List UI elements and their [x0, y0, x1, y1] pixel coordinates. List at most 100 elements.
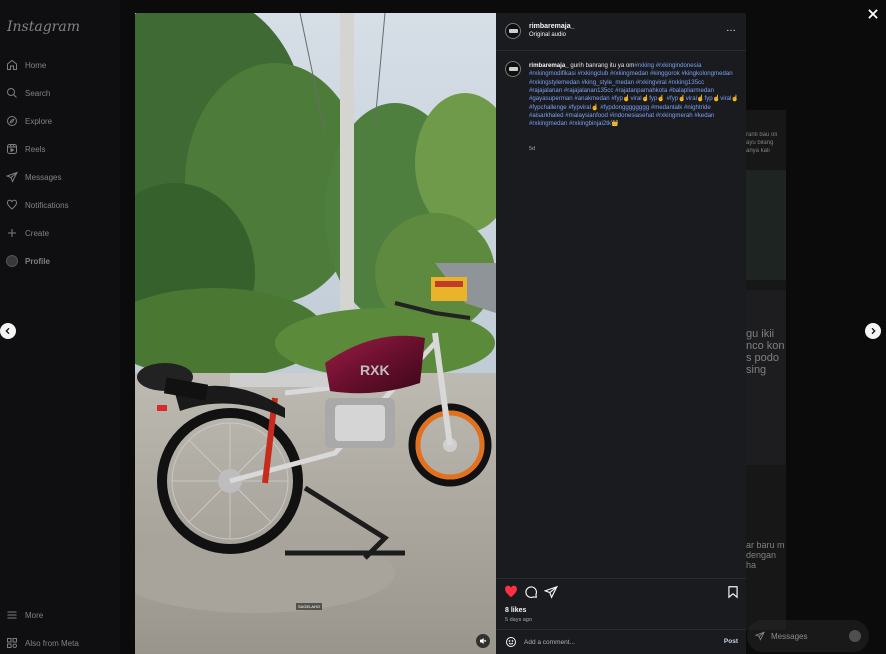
- heart-filled-icon[interactable]: [504, 585, 518, 599]
- hashtag-link[interactable]: #aisarkhaled: [529, 112, 564, 119]
- caption-timestamp: 5d: [529, 146, 536, 152]
- messages-bar[interactable]: Messages: [747, 620, 869, 652]
- chevron-right-icon: [871, 327, 876, 335]
- sidebar-item-notifications[interactable]: Notifications: [6, 196, 69, 214]
- hashtag-link[interactable]: #rxking: [634, 62, 654, 69]
- sidebar-item-also-from-meta[interactable]: Also from Meta: [6, 634, 79, 652]
- caption-text: gurih banrang itu ya om: [570, 62, 635, 69]
- paper-plane-icon: [755, 631, 765, 641]
- post-header: rimbaremaja_ Original audio …: [496, 13, 746, 51]
- hashtag-link[interactable]: #kingkolongmedan: [681, 70, 732, 77]
- sidebar-item-profile[interactable]: Profile: [6, 252, 50, 270]
- avatar: [6, 255, 18, 267]
- reels-icon: [7, 144, 17, 154]
- avatar[interactable]: [505, 61, 521, 77]
- hashtag-link[interactable]: #fyp☝viral☝fyp☝viral☝: [667, 95, 739, 102]
- comment-input[interactable]: [524, 636, 704, 648]
- hashtag-link[interactable]: #rajatanpamahkota: [615, 87, 667, 94]
- hashtag-link[interactable]: #kinggorok: [650, 70, 680, 77]
- hashtag-link[interactable]: #gayasuperman: [529, 95, 573, 102]
- sidebar-item-label: Reels: [25, 144, 46, 154]
- hashtag-link[interactable]: #rxkingmerah: [656, 112, 693, 119]
- search-icon: [7, 88, 17, 98]
- avatar: [849, 630, 861, 642]
- post-video[interactable]: RXK SAGELAHO: [135, 13, 496, 654]
- sidebar-item-search[interactable]: Search: [6, 84, 50, 102]
- post-timestamp: 5 days ago: [505, 617, 532, 623]
- sidebar-item-messages[interactable]: Messages: [6, 168, 61, 186]
- sidebar-item-label: Create: [25, 228, 50, 238]
- post-actions: 8 likes 5 days ago Post: [496, 578, 746, 654]
- post-video-frame: RXK: [135, 13, 496, 654]
- hashtag-link[interactable]: #rxkingstylemedan: [529, 79, 580, 86]
- feed-text: sing: [746, 364, 767, 376]
- feed-text: ha: [746, 560, 757, 570]
- like-count[interactable]: 8 likes: [505, 607, 526, 614]
- sidebar-item-reels[interactable]: Reels: [6, 140, 45, 158]
- comment-box: Post: [496, 629, 746, 654]
- hashtag-link[interactable]: #rxkingmodifikasi: [529, 70, 576, 77]
- more-options-button[interactable]: …: [726, 24, 736, 34]
- hashtag-link[interactable]: #rxkingindonesia: [656, 62, 702, 69]
- sidebar-item-label: More: [25, 610, 44, 620]
- hashtag-link[interactable]: #indonesiasehat: [610, 112, 654, 119]
- hashtag-link[interactable]: #fypchallenge: [529, 104, 567, 111]
- sidebar-item-label: Profile: [25, 256, 50, 266]
- feed-text: nco kon: [746, 340, 785, 352]
- hashtag-link[interactable]: #fypdongggggggg: [600, 104, 649, 111]
- hashtag-link[interactable]: #rxkingviral: [636, 79, 667, 86]
- caption-hashtags: #rxking #rxkingindonesia #rxkingmodifika…: [529, 62, 739, 127]
- sidebar-item-explore[interactable]: Explore: [6, 112, 52, 130]
- bookmark-icon[interactable]: [726, 585, 740, 599]
- mute-button[interactable]: [476, 634, 490, 648]
- feed-image: [746, 290, 786, 465]
- share-icon[interactable]: [544, 585, 558, 599]
- audio-label[interactable]: Original audio: [529, 32, 566, 38]
- post-comment-button[interactable]: Post: [724, 638, 738, 645]
- hashtag-link[interactable]: #medantalk: [651, 104, 683, 111]
- sidebar-item-label: Explore: [25, 116, 53, 126]
- hashtag-link[interactable]: #fypviral☝: [568, 104, 598, 111]
- hashtag-link[interactable]: #fyp☝viral☝fyp☝: [611, 95, 665, 102]
- speaker-muted-icon: [480, 637, 487, 645]
- hashtag-link[interactable]: #king_style_medan: [582, 79, 635, 86]
- sidebar-item-more[interactable]: More: [6, 606, 43, 624]
- sidebar: Instagram Home Search Explore Reels Mess…: [0, 0, 120, 654]
- home-icon: [7, 59, 17, 70]
- comment-icon[interactable]: [524, 585, 538, 599]
- post-details-panel: rimbaremaja_ Original audio … rimbaremaj…: [496, 13, 746, 654]
- sidebar-item-create[interactable]: Create: [6, 224, 49, 242]
- video-watermark: SAGELAHO: [296, 603, 323, 610]
- hashtag-link[interactable]: #rxking135cc: [668, 79, 704, 86]
- feed-text: ranti bau oli: [746, 132, 778, 138]
- emoji-icon[interactable]: [505, 636, 517, 648]
- hashtag-link[interactable]: #nightride: [684, 104, 711, 111]
- hashtag-link[interactable]: #rxkingmedan: [610, 70, 648, 77]
- feed-text: gu ikii: [746, 328, 775, 340]
- feed-text: s podo: [746, 352, 780, 364]
- hashtag-link[interactable]: #rajajalanan: [529, 87, 562, 94]
- heart-icon: [6, 199, 18, 210]
- hashtag-link[interactable]: #balapliarmedan: [669, 87, 714, 94]
- next-post-button[interactable]: [865, 323, 881, 339]
- hashtag-link[interactable]: #anakmedan: [574, 95, 609, 102]
- hashtag-link[interactable]: #rxkingmedan: [529, 120, 567, 127]
- close-icon[interactable]: [866, 7, 880, 21]
- caption-username[interactable]: rimbaremaja_: [529, 62, 569, 69]
- sidebar-item-label: Home: [25, 60, 47, 70]
- instagram-logo[interactable]: Instagram: [7, 19, 80, 35]
- apps-grid-icon: [7, 638, 17, 648]
- hashtag-link[interactable]: #malaysianfood: [565, 112, 608, 119]
- post-username[interactable]: rimbaremaja_: [529, 23, 575, 30]
- sidebar-item-label: Search: [25, 88, 51, 98]
- hashtag-link[interactable]: #rxkingclub: [577, 70, 608, 77]
- previous-post-button[interactable]: [0, 323, 16, 339]
- avatar[interactable]: [505, 23, 521, 39]
- compass-icon: [7, 116, 17, 126]
- sidebar-item-home[interactable]: Home: [6, 56, 46, 74]
- hashtag-link[interactable]: #kedan: [694, 112, 714, 119]
- hashtag-link[interactable]: #rxkingbinjai2tk👑: [569, 120, 619, 127]
- hashtag-link[interactable]: #rajajalanan135cc: [564, 87, 613, 94]
- sidebar-item-label: Notifications: [25, 200, 69, 210]
- chevron-left-icon: [5, 327, 10, 335]
